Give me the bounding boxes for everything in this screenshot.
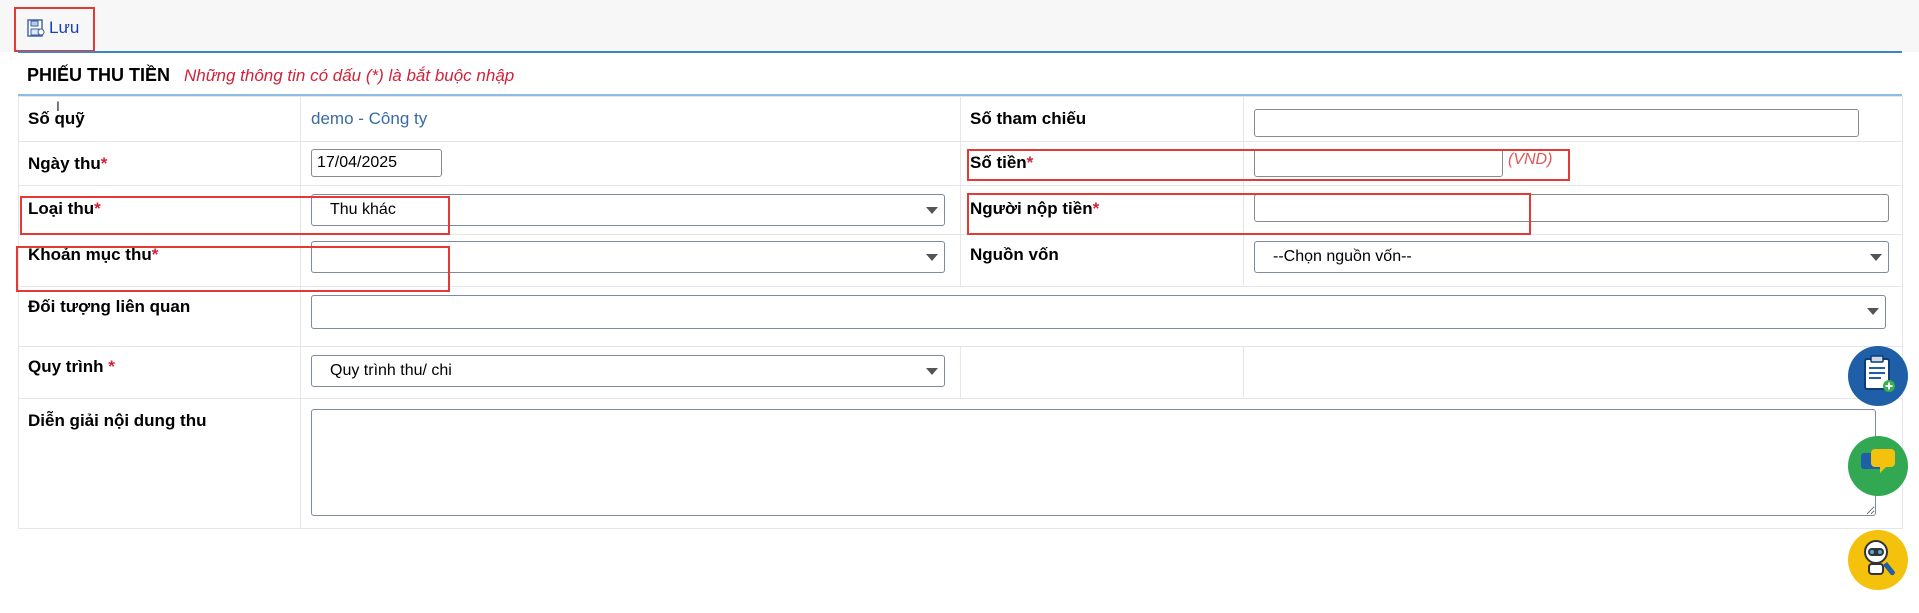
page-title: PHIẾU THU TIỀN — [27, 65, 171, 85]
doi-tuong-label: Đối tượng liên quan — [28, 297, 191, 316]
chat-bubble-icon — [1858, 447, 1898, 486]
ngay-thu-label: Ngày thu* — [28, 154, 108, 173]
so-tien-input[interactable] — [1254, 149, 1503, 177]
chat-button[interactable] — [1848, 436, 1908, 496]
loai-thu-select[interactable]: Thu khác — [311, 194, 945, 226]
top-toolbar: Lưu — [0, 0, 1919, 52]
add-document-button[interactable] — [1848, 346, 1908, 406]
loai-thu-label: Loại thu* — [28, 199, 101, 218]
chevron-down-icon — [926, 207, 938, 214]
so-tien-label: Số tiền* — [970, 153, 1034, 172]
save-button[interactable]: Lưu — [27, 16, 79, 40]
form-header: PHIẾU THU TIỀN Những thông tin có dấu (*… — [18, 62, 1902, 96]
save-icon — [27, 19, 45, 37]
clipboard-plus-icon — [1859, 354, 1897, 399]
currency-unit: (VND) — [1508, 151, 1553, 168]
toolbar-divider — [18, 51, 1902, 53]
nguoi-nop-tien-label: Người nộp tiền* — [970, 199, 1100, 218]
doi-tuong-select[interactable] — [311, 295, 1886, 329]
so-quy-label: Số quỹ — [28, 109, 85, 128]
chevron-down-icon — [926, 254, 938, 261]
chevron-down-icon — [1867, 308, 1879, 315]
ngay-thu-date-input[interactable] — [311, 149, 442, 177]
dien-giai-label: Diễn giải nội dung thu — [28, 411, 207, 430]
nguon-von-label: Nguồn vốn — [970, 245, 1059, 264]
dien-giai-textarea[interactable] — [311, 409, 1876, 516]
quy-trinh-select[interactable]: Quy trình thu/ chi — [311, 355, 945, 387]
support-bot-button[interactable] — [1848, 530, 1908, 590]
receipt-form: Số quỹ demo - Công ty Số tham chiếu Ngày… — [18, 96, 1903, 529]
nguoi-nop-tien-input[interactable] — [1254, 194, 1889, 222]
robot-wrench-icon — [1857, 536, 1899, 585]
chevron-down-icon — [1870, 254, 1882, 261]
so-quy-value: demo - Công ty — [311, 109, 428, 128]
so-tham-chieu-label: Số tham chiếu — [970, 109, 1087, 128]
khoan-muc-thu-label: Khoản mục thu* — [28, 245, 159, 264]
nguon-von-select[interactable]: --Chọn nguồn vốn-- — [1254, 241, 1889, 273]
so-tham-chieu-input[interactable] — [1254, 109, 1859, 137]
chevron-down-icon — [926, 368, 938, 375]
save-label: Lưu — [49, 18, 80, 37]
required-note: Những thông tin có dấu (*) là bắt buộc n… — [184, 66, 515, 85]
quy-trinh-label: Quy trình * — [28, 357, 115, 376]
khoan-muc-thu-select[interactable] — [311, 241, 945, 273]
